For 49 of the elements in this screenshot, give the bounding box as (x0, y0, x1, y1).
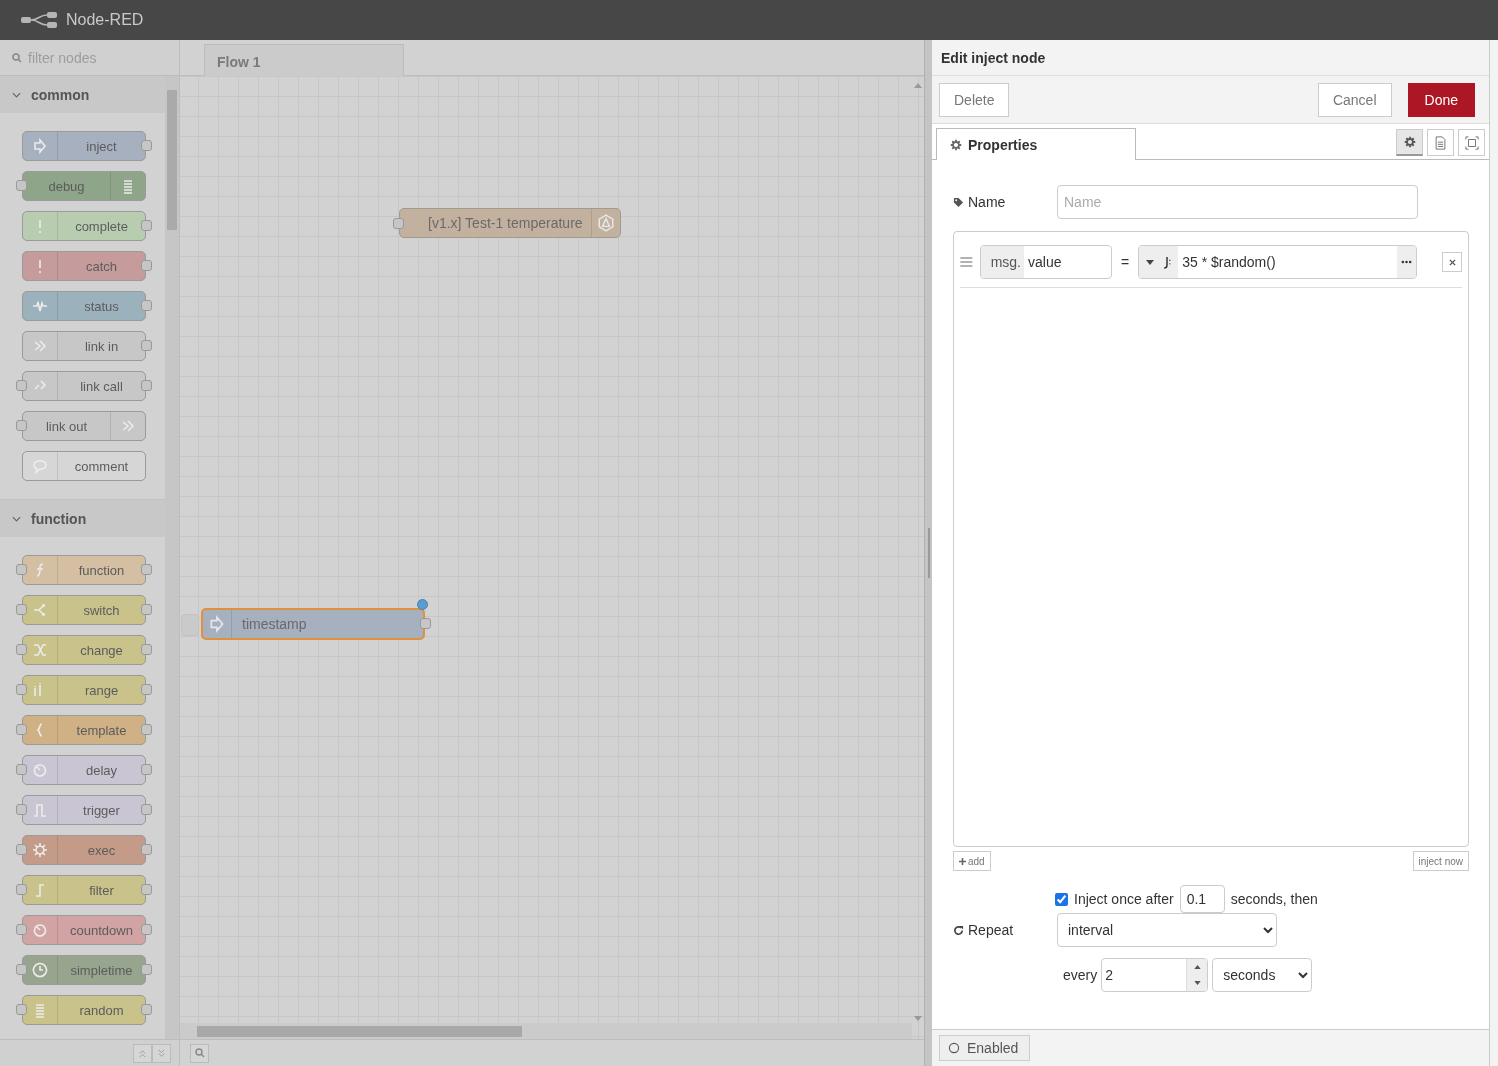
palette-node[interactable]: link out (22, 411, 146, 441)
inject-once-label: Inject once after (1074, 891, 1174, 907)
palette-node[interactable]: debug (22, 171, 146, 201)
palette-node[interactable]: exec (22, 835, 146, 865)
flow-node[interactable]: timestamp (201, 608, 425, 640)
add-button[interactable]: add (953, 851, 991, 871)
seconds-then-label: seconds, then (1230, 891, 1318, 907)
enabled-toggle[interactable]: Enabled (939, 1035, 1031, 1061)
palette-node[interactable]: template (22, 715, 146, 745)
palette-node[interactable]: function (22, 555, 146, 585)
every-label: every (1063, 967, 1098, 983)
tray-title: Edit inject node (932, 40, 1489, 76)
palette-node[interactable]: trigger (22, 795, 146, 825)
palette-node[interactable]: random (22, 995, 146, 1025)
unit-select[interactable]: seconds (1212, 958, 1313, 992)
delete-button[interactable]: Delete (939, 82, 1010, 117)
name-label: Name (953, 194, 1049, 210)
palette-node[interactable]: status (22, 291, 146, 321)
delay-input[interactable]: 0.1 (1179, 885, 1225, 913)
flow-node[interactable]: [v1.x] Test-1 temperature (399, 208, 621, 238)
palette-node[interactable]: catch (22, 251, 146, 281)
flow-tab[interactable]: Flow 1 (204, 44, 404, 76)
palette-category-header[interactable]: common (0, 76, 165, 113)
interval-spinner[interactable]: 2 (1101, 958, 1209, 992)
palette-node[interactable]: switch (22, 595, 146, 625)
app-title: Node-RED (66, 11, 144, 29)
palette-node[interactable]: simpletime (22, 955, 146, 985)
palette-node[interactable]: delay (22, 755, 146, 785)
equals-sign: = (1120, 254, 1131, 270)
palette-node[interactable]: filter (22, 875, 146, 905)
palette-node[interactable]: comment (22, 451, 146, 481)
palette-node[interactable]: countdown (22, 915, 146, 945)
repeat-select[interactable]: interval (1057, 913, 1277, 947)
palette-node[interactable]: inject (22, 131, 146, 161)
property-name-input[interactable]: msg. value (979, 245, 1112, 279)
palette-category-header[interactable]: function (0, 500, 165, 537)
palette-node[interactable]: change (22, 635, 146, 665)
properties-tab[interactable]: Properties (936, 128, 1136, 160)
cancel-button[interactable]: Cancel (1317, 82, 1392, 117)
palette-node[interactable]: complete (22, 211, 146, 241)
done-button[interactable]: Done (1407, 82, 1475, 117)
palette-node[interactable]: link call (22, 371, 146, 401)
property-value-input[interactable]: 35 * $random() (1138, 245, 1418, 279)
flow-canvas[interactable]: [v1.x] Test-1 temperature timestamp (180, 76, 924, 1039)
name-input[interactable]: Name (1057, 185, 1418, 219)
repeat-label: Repeat (953, 922, 1049, 938)
palette-node[interactable]: range (22, 675, 146, 705)
inject-now-button[interactable]: inject now (1412, 851, 1469, 871)
palette-node[interactable]: link in (22, 331, 146, 361)
